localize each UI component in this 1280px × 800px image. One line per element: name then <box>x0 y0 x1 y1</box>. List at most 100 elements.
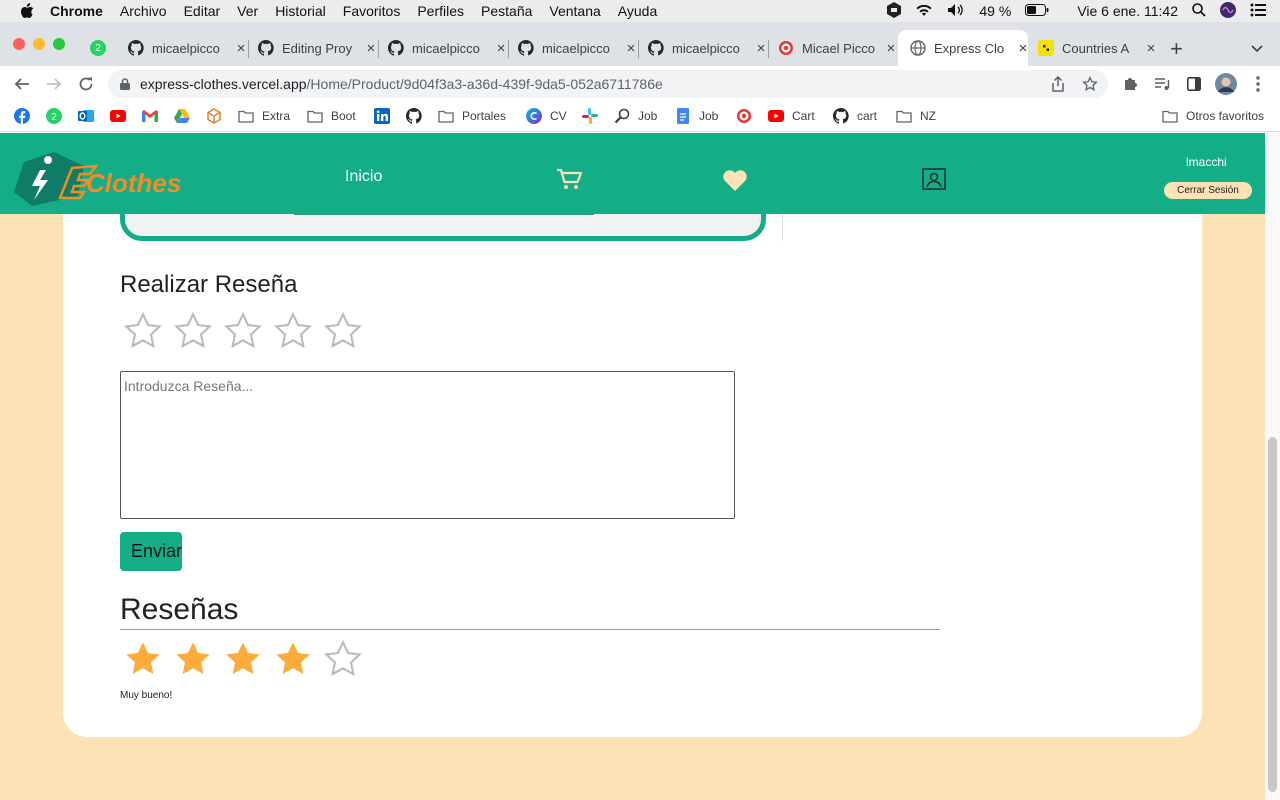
bookmark-outlook[interactable] <box>78 107 102 125</box>
close-tab-icon[interactable]: × <box>234 40 248 57</box>
github-icon <box>648 40 664 56</box>
cart-icon[interactable] <box>556 168 582 190</box>
other-bookmarks-label: Otros favoritos <box>1186 109 1265 123</box>
bookmark-gmail[interactable] <box>142 107 166 125</box>
review-form-title: Realizar Reseña <box>120 271 298 298</box>
menu-pestana[interactable]: Pestaña <box>481 3 532 19</box>
forward-button[interactable] <box>42 73 66 95</box>
siri-icon[interactable] <box>1220 1 1236 21</box>
close-window-button[interactable] <box>13 38 25 50</box>
bookmark-drive[interactable] <box>174 107 198 125</box>
control-center-icon[interactable] <box>1250 3 1266 20</box>
bookmark-job-docs[interactable]: Job <box>675 107 718 125</box>
bookmark-whatsapp[interactable]: 2 <box>46 107 70 125</box>
tab-3[interactable]: micaelpicco × <box>388 36 508 60</box>
close-tab-icon[interactable]: × <box>884 40 898 57</box>
rating-input-star-empty-icon[interactable] <box>172 310 214 352</box>
zoom-window-button[interactable] <box>53 38 65 50</box>
bookmark-folder-nz[interactable]: NZ <box>896 107 936 125</box>
url-host: express-clothes.vercel.app <box>140 76 307 92</box>
clock-datetime[interactable]: Vie 6 ene. 11:42 <box>1077 3 1178 19</box>
bookmark-folder-boot[interactable]: Boot <box>307 107 356 125</box>
rating-input-star-empty-icon[interactable] <box>222 310 264 352</box>
reload-button[interactable] <box>74 73 98 95</box>
favorites-heart-icon[interactable] <box>722 170 748 192</box>
back-button[interactable] <box>10 73 34 95</box>
apple-icon[interactable] <box>20 3 36 19</box>
bookmark-cart-github[interactable]: cart <box>833 107 877 125</box>
menu-ayuda[interactable]: Ayuda <box>618 3 657 19</box>
bookmark-cart-youtube[interactable]: Cart <box>768 107 815 125</box>
bookmark-cube[interactable] <box>206 107 230 125</box>
whatsapp-icon: 2 <box>46 108 62 124</box>
menu-favoritos[interactable]: Favoritos <box>343 3 401 19</box>
github-icon <box>406 108 422 124</box>
bookmark-facebook[interactable] <box>14 107 38 125</box>
other-bookmarks[interactable]: Otros favoritos <box>1162 107 1264 125</box>
address-bar[interactable]: express-clothes.vercel.app/Home/Product/… <box>108 70 1108 98</box>
lock-icon[interactable] <box>120 78 130 90</box>
bookmark-target[interactable] <box>736 107 760 125</box>
nav-home-link[interactable]: Inicio <box>345 168 382 186</box>
battery-icon[interactable] <box>1025 3 1049 19</box>
tab-7-active[interactable]: Express Clo × <box>910 36 1030 60</box>
chrome-menu-icon[interactable] <box>1246 73 1270 95</box>
close-tab-icon[interactable]: × <box>364 40 378 57</box>
username-label: lmacchi <box>1186 155 1227 169</box>
vpn-icon[interactable] <box>887 1 902 21</box>
close-tab-icon[interactable]: × <box>1016 40 1030 57</box>
github-icon <box>833 108 849 124</box>
whatsapp-tab[interactable]: 2 <box>90 40 106 56</box>
bookmark-slack[interactable] <box>582 107 606 125</box>
logout-button[interactable]: Cerrar Sesión <box>1164 182 1252 199</box>
volume-icon[interactable] <box>947 3 965 20</box>
menu-ventana[interactable]: Ventana <box>549 3 600 19</box>
review-textarea[interactable] <box>120 371 735 519</box>
tab-separator <box>248 40 249 58</box>
menu-historial[interactable]: Historial <box>275 3 326 19</box>
bookmark-folder-portales[interactable]: Portales <box>438 107 506 125</box>
close-tab-icon[interactable]: × <box>624 40 638 57</box>
tab-8[interactable]: Countries A × <box>1038 36 1158 60</box>
share-icon[interactable] <box>1046 73 1070 95</box>
tab-6[interactable]: Micael Picco × <box>778 36 898 60</box>
bookmark-github[interactable] <box>406 107 430 125</box>
extensions-icon[interactable] <box>1118 73 1142 95</box>
side-panel-icon[interactable] <box>1182 73 1206 95</box>
tab-search-chevron-icon[interactable] <box>1250 40 1264 58</box>
media-control-icon[interactable] <box>1150 73 1174 95</box>
bookmark-linkedin[interactable] <box>374 107 398 125</box>
rating-input-star-empty-icon[interactable] <box>122 310 164 352</box>
folder-icon <box>307 108 323 124</box>
minimize-window-button[interactable] <box>33 38 45 50</box>
new-tab-button[interactable]: + <box>1170 36 1183 62</box>
site-logo[interactable]: Clothes <box>12 148 182 210</box>
bookmark-job-search[interactable]: Job <box>614 107 657 125</box>
menu-perfiles[interactable]: Perfiles <box>417 3 464 19</box>
folder-icon <box>438 108 454 124</box>
wifi-icon[interactable] <box>915 3 933 20</box>
tab-4[interactable]: micaelpicco × <box>518 36 638 60</box>
menu-ver[interactable]: Ver <box>237 3 258 19</box>
submit-review-button[interactable]: Enviar <box>120 532 182 571</box>
tab-5[interactable]: micaelpicco × <box>648 36 768 60</box>
bookmark-star-icon[interactable] <box>1078 73 1102 95</box>
close-tab-icon[interactable]: × <box>494 40 508 57</box>
menu-archivo[interactable]: Archivo <box>120 3 167 19</box>
cube-icon <box>206 108 222 124</box>
bookmark-youtube[interactable] <box>110 107 134 125</box>
bookmark-folder-extra[interactable]: Extra <box>238 107 290 125</box>
menu-app-name[interactable]: Chrome <box>50 3 103 19</box>
profile-avatar[interactable] <box>1214 73 1238 95</box>
close-tab-icon[interactable]: × <box>1144 40 1158 57</box>
rating-input-star-empty-icon[interactable] <box>272 310 314 352</box>
scrollbar-thumb[interactable] <box>1268 437 1277 792</box>
tab-2[interactable]: Editing Proy × <box>258 36 378 60</box>
bookmark-cv[interactable]: CV <box>526 107 567 125</box>
tab-1[interactable]: micaelpicco × <box>128 36 248 60</box>
spotlight-search-icon[interactable] <box>1192 2 1206 20</box>
menu-editar[interactable]: Editar <box>184 3 221 19</box>
rating-input-star-empty-icon[interactable] <box>322 310 364 352</box>
user-profile-icon[interactable] <box>922 168 946 190</box>
close-tab-icon[interactable]: × <box>754 40 768 57</box>
